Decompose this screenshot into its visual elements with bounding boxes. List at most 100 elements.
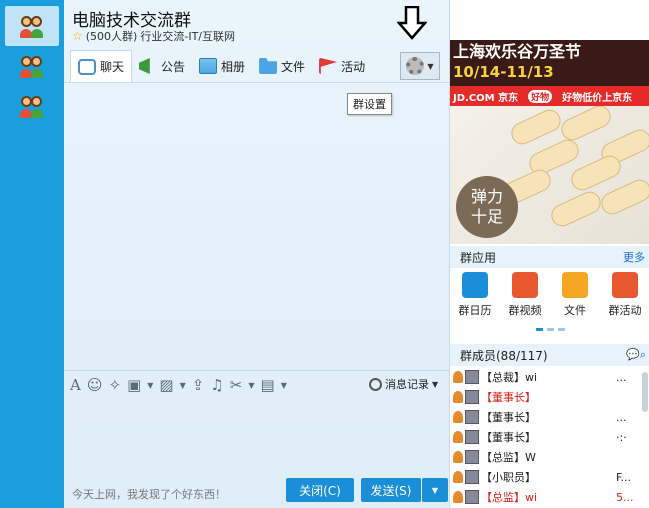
- carousel-dot[interactable]: [547, 328, 554, 331]
- group-toolbar: 聊天 公告 相册 文件 活动: [70, 50, 372, 82]
- avatar: [465, 490, 479, 504]
- emoji-icon[interactable]: ☺: [87, 376, 103, 394]
- group-category: 行业交流-IT/互联网: [140, 30, 235, 43]
- chevron-down-icon[interactable]: ▼: [147, 381, 153, 390]
- member-row[interactable]: 【总监】wi 5...: [450, 487, 640, 507]
- member-extra: F...: [616, 470, 632, 484]
- bun-shape: [567, 152, 625, 194]
- gift-icon[interactable]: ▣: [127, 376, 141, 394]
- carousel-dot[interactable]: [536, 328, 543, 331]
- member-status-icon: [453, 491, 463, 503]
- member-row[interactable]: 【董事长】: [450, 387, 640, 407]
- member-name: 【董事长】: [481, 409, 614, 425]
- tab-activity[interactable]: 活动: [312, 51, 372, 81]
- message-area[interactable]: [64, 82, 449, 372]
- tab-files[interactable]: 文件: [252, 51, 312, 81]
- megaphone-icon: [139, 58, 150, 74]
- tab-chat[interactable]: 聊天: [70, 50, 133, 82]
- chevron-down-icon: ▼: [431, 485, 439, 495]
- member-row[interactable]: 【总监】W: [450, 447, 640, 467]
- members-header: 群成员(88/117) 💬⌕: [450, 344, 649, 366]
- member-row[interactable]: 【总裁】wi...: [450, 367, 640, 387]
- group-icon: [20, 14, 44, 38]
- magic-wand-icon[interactable]: ✧: [108, 376, 121, 394]
- member-status-icon: [453, 431, 463, 443]
- ad-product-image[interactable]: 弹力 十足: [450, 106, 649, 244]
- member-name: 【董事长】: [481, 389, 614, 405]
- member-row[interactable]: 【董事长】 ·:·: [450, 427, 640, 447]
- group-avatar-current[interactable]: [5, 6, 59, 46]
- carousel-dots: [536, 328, 565, 331]
- member-role: 【总裁】: [481, 371, 525, 384]
- group-settings-button[interactable]: ▼: [400, 52, 440, 80]
- member-role: 【董事长】: [481, 391, 536, 404]
- star-icon: ☆: [72, 29, 83, 43]
- status-message: 今天上网，我发现了个好东西！: [72, 488, 226, 501]
- close-button[interactable]: 关闭(C): [286, 478, 354, 502]
- bun-shape: [547, 188, 605, 230]
- chevron-down-icon[interactable]: ▼: [281, 381, 287, 390]
- search-icon[interactable]: 💬⌕: [626, 348, 646, 362]
- carousel-dot[interactable]: [558, 328, 565, 331]
- tab-album[interactable]: 相册: [192, 51, 252, 81]
- settings-tooltip: 群设置: [347, 93, 392, 115]
- tab-label: 聊天: [100, 60, 125, 74]
- font-icon[interactable]: A: [70, 376, 81, 394]
- member-row[interactable]: 【董事长】...: [450, 407, 640, 427]
- flag-icon: [319, 58, 338, 74]
- member-role: 【董事长】: [481, 411, 536, 424]
- group-avatar-2[interactable]: [5, 46, 59, 86]
- avatar: [465, 410, 479, 424]
- scissors-icon[interactable]: ✂: [230, 376, 243, 394]
- photo-icon: [199, 58, 218, 74]
- app-calendar[interactable]: 群日历: [450, 272, 500, 318]
- folder-icon: [562, 272, 588, 298]
- member-status-icon: [453, 471, 463, 483]
- app-label: 群视频: [508, 304, 542, 317]
- tab-label: 公告: [161, 59, 186, 74]
- message-history-button[interactable]: 消息记录 ▼: [369, 376, 438, 392]
- video-icon: [512, 272, 538, 298]
- chevron-down-icon[interactable]: ▼: [248, 381, 254, 390]
- chat-panel: 电脑技术交流群 ☆ (500人群) 行业交流-IT/互联网 聊天 公告 相册 文…: [64, 0, 637, 508]
- folder-icon: [259, 58, 278, 74]
- image-icon[interactable]: ▨: [159, 376, 173, 394]
- group-apps-header: 群应用 更多: [450, 246, 649, 268]
- member-row[interactable]: 【小职员】 F...: [450, 467, 640, 487]
- chevron-down-icon[interactable]: ▼: [180, 381, 186, 390]
- more-tools-icon[interactable]: ▤: [261, 376, 275, 394]
- arrow-down-icon: [397, 6, 427, 40]
- ad-banner-top[interactable]: 上海欢乐谷万圣节 10/14-11/13: [450, 40, 649, 86]
- group-apps-list: 群日历 群视频 文件 群活动: [450, 272, 649, 318]
- ad-line-1: 上海欢乐谷万圣节: [453, 42, 582, 61]
- member-name: 【总监】wi: [481, 489, 614, 505]
- member-role: 【总监】: [481, 451, 525, 464]
- tab-notice[interactable]: 公告: [132, 51, 192, 81]
- member-extra: 5...: [616, 490, 634, 504]
- app-video[interactable]: 群视频: [500, 272, 550, 318]
- send-options-button[interactable]: ▼: [422, 478, 448, 502]
- member-name: 【小职员】: [481, 469, 614, 485]
- chevron-down-icon: ▼: [432, 379, 439, 389]
- ad-jd-strip[interactable]: JD.COM 京东 好物 好物低价上京东: [450, 86, 649, 106]
- ad-product-line-1: 弹力: [470, 187, 503, 206]
- group-avatar-3[interactable]: [5, 86, 59, 126]
- send-button[interactable]: 发送(S): [361, 478, 421, 502]
- member-list-scrollbar[interactable]: [642, 372, 648, 412]
- music-icon[interactable]: ♫: [210, 376, 223, 394]
- bun-shape: [557, 106, 615, 144]
- avatar: [465, 470, 479, 484]
- avatar: [465, 430, 479, 444]
- members-title: 群成员(88/117): [460, 348, 548, 363]
- app-label: 群活动: [608, 304, 642, 317]
- app-activity[interactable]: 群活动: [600, 272, 649, 318]
- chevron-down-icon: ▼: [427, 61, 434, 71]
- upload-icon[interactable]: ⇪: [192, 376, 205, 394]
- group-icon: [20, 54, 44, 78]
- group-rail: [0, 0, 64, 508]
- member-nick: W: [525, 451, 536, 464]
- more-apps-link[interactable]: 更多: [623, 249, 645, 265]
- calendar-icon: [462, 272, 488, 298]
- app-files[interactable]: 文件: [550, 272, 600, 318]
- member-extra: ·:·: [616, 430, 627, 444]
